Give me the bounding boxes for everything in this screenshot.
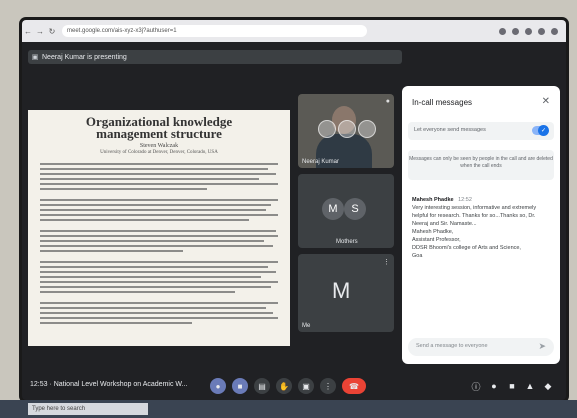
mic-icon[interactable]: ● xyxy=(210,378,226,394)
message-line: Very interesting session, informative an… xyxy=(412,205,537,211)
more-overlay-button[interactable] xyxy=(358,120,376,138)
info-icon[interactable]: ⓘ xyxy=(470,380,482,392)
participant-tile-self[interactable]: ⋮ M Me xyxy=(298,254,394,332)
close-icon[interactable]: ✕ xyxy=(542,96,550,107)
profile-icon[interactable] xyxy=(551,27,558,35)
host-controls-icon[interactable]: ◆ xyxy=(542,380,554,392)
meet-stage: ▣ Neeraj Kumar is presenting Organizatio… xyxy=(22,42,566,400)
message-time: 12:52 xyxy=(458,197,472,203)
pin-overlay-button[interactable] xyxy=(338,120,356,138)
camera-icon[interactable]: ■ xyxy=(232,378,248,394)
people-icon[interactable]: ● xyxy=(488,380,500,392)
address-bar[interactable]: meet.google.com/ais-xyz-x3j?authuser=1 xyxy=(62,25,367,37)
reload-icon[interactable]: ↻ xyxy=(46,27,58,36)
in-call-messages-panel: In-call messages ✕ Let everyone send mes… xyxy=(402,86,560,364)
present-screen-icon[interactable]: ▣ xyxy=(298,378,314,394)
messages-toggle[interactable]: ✓ xyxy=(532,125,549,136)
meeting-time-title: 12:53 · National Level Workshop on Acade… xyxy=(30,381,188,388)
message-sender: Mahesh Phadke xyxy=(412,197,454,203)
check-icon: ✓ xyxy=(538,125,549,136)
extension-icons xyxy=(499,27,566,35)
os-taskbar: Type here to search xyxy=(0,400,577,418)
message-input[interactable]: Send a message to everyone ➤ xyxy=(408,338,554,356)
slide-body-text xyxy=(40,163,278,324)
presenting-banner: ▣ Neeraj Kumar is presenting xyxy=(28,50,402,64)
message-input-placeholder: Send a message to everyone xyxy=(416,343,488,349)
shared-slide: Organizational knowledge management stru… xyxy=(28,110,290,346)
send-icon[interactable]: ➤ xyxy=(538,341,546,352)
message-line: helpful for research. Thanks for so...Th… xyxy=(412,213,536,219)
extension-icon[interactable] xyxy=(525,27,532,35)
message-header: Mahesh Phadke 12:52 xyxy=(412,196,550,204)
participant-tile-ms[interactable]: M S Mothers xyxy=(298,174,394,248)
slide-author: Steven Walczak xyxy=(139,143,179,149)
extension-icon[interactable] xyxy=(538,27,545,35)
raise-hand-icon[interactable]: ✋ xyxy=(276,378,292,394)
end-call-button[interactable]: ☎ xyxy=(342,378,366,394)
messages-notice: Messages can only be seen by people in t… xyxy=(408,150,554,180)
slide-affiliation: University of Colorado at Denver, Denver… xyxy=(100,150,218,155)
slide-title: Organizational knowledge management stru… xyxy=(28,115,290,141)
participant-name: Neeraj Kumar xyxy=(302,159,340,165)
taskbar-search[interactable]: Type here to search xyxy=(28,403,148,415)
message-line: Mahesh Phadke, xyxy=(412,229,454,235)
extension-icon[interactable] xyxy=(512,27,519,35)
tile-menu-icon[interactable]: ● xyxy=(386,98,390,105)
toggle-label: Let everyone send messages xyxy=(414,127,486,133)
avatar-letter: M xyxy=(332,278,351,303)
activities-icon[interactable]: ▲ xyxy=(524,380,536,392)
chat-icon[interactable]: ■ xyxy=(506,380,518,392)
slide-title-line2: management structure xyxy=(96,126,222,141)
browser-toolbar: ← → ↻ meet.google.com/ais-xyz-x3j?authus… xyxy=(22,20,566,42)
extension-icon[interactable] xyxy=(499,27,506,35)
avatar: S xyxy=(344,198,366,220)
message-line: Goa xyxy=(412,253,423,259)
presenting-text: Neeraj Kumar is presenting xyxy=(42,53,127,61)
url-text: meet.google.com/ais-xyz-x3j?authuser=1 xyxy=(67,28,177,34)
message-line: Neeraj and Sir. Namaste... xyxy=(412,221,477,227)
tile-menu-icon[interactable]: ⋮ xyxy=(383,258,390,266)
chat-message: Mahesh Phadke 12:52 Very interesting ses… xyxy=(412,196,550,260)
avatar: M xyxy=(322,198,344,220)
message-line: DDSR Bhoomi's college of Arts and Scienc… xyxy=(412,245,521,251)
captions-icon[interactable]: ▤ xyxy=(254,378,270,394)
participant-tile-video[interactable]: ● Neeraj Kumar xyxy=(298,94,394,168)
present-icon: ▣ xyxy=(31,54,39,61)
participant-name: Me xyxy=(302,323,311,329)
message-line: Assistant Professor, xyxy=(412,237,461,243)
participant-name: Mothers xyxy=(336,239,358,245)
back-icon[interactable]: ← xyxy=(22,27,34,36)
monitor-frame: ← → ↻ meet.google.com/ais-xyz-x3j?authus… xyxy=(22,20,566,400)
forward-icon[interactable]: → xyxy=(34,27,46,36)
panel-title: In-call messages xyxy=(412,98,473,107)
messages-permission-row: Let everyone send messages ✓ xyxy=(408,122,554,140)
meeting-controls: 12:53 · National Level Workshop on Acade… xyxy=(22,372,566,400)
more-options-icon[interactable]: ⋮ xyxy=(320,378,336,394)
mic-overlay-button[interactable] xyxy=(318,120,336,138)
